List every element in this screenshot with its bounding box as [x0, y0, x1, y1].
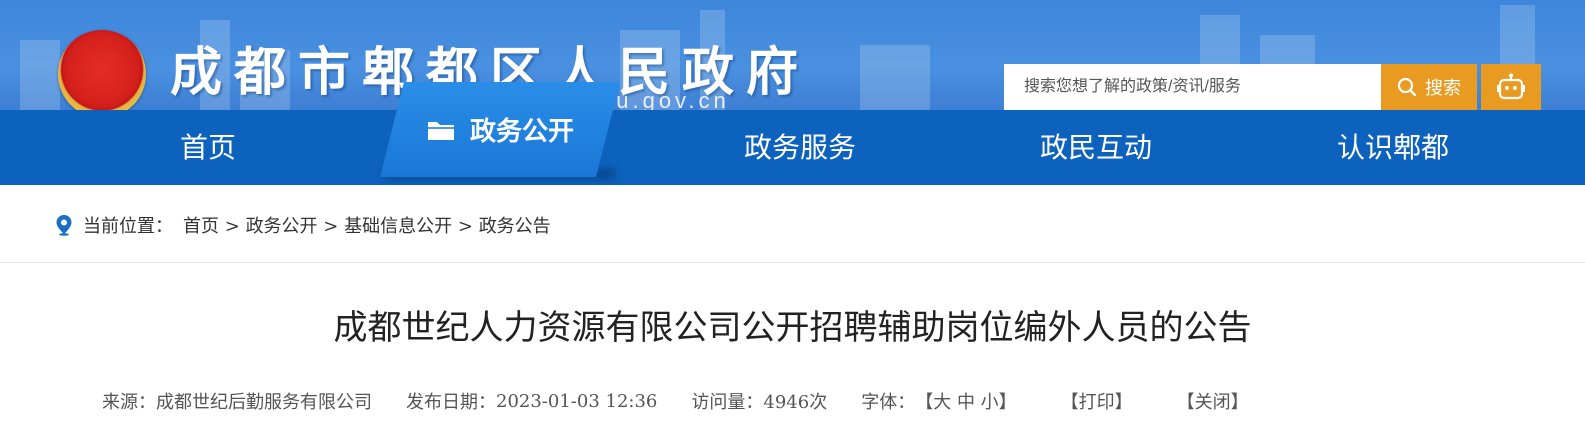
breadcrumb: 当前位置： 首页 > 政务公开 > 基础信息公开 > 政务公告	[55, 205, 551, 245]
folder-icon	[427, 121, 454, 140]
search-button-label: 搜索	[1425, 78, 1461, 98]
main-nav: 首页 政务服务 政民互动 认识郫都	[0, 110, 1585, 185]
assistant-robot-button[interactable]	[1481, 64, 1541, 110]
source-value: 成都世纪后勤服务有限公司	[156, 392, 372, 413]
font-small-button[interactable]: 小	[981, 388, 999, 414]
print-button[interactable]: 打印	[1079, 388, 1115, 414]
source-label: 来源：	[102, 392, 156, 413]
nav-item-interaction[interactable]: 政民互动	[996, 110, 1196, 185]
robot-icon	[1497, 73, 1525, 100]
breadcrumb-basic-info[interactable]: 基础信息公开	[344, 216, 452, 237]
nav-item-government-services[interactable]: 政务服务	[700, 110, 900, 185]
article-meta: 来源： 成都世纪后勤服务有限公司 发布日期： 2023-01-03 12:36 …	[102, 386, 1249, 416]
breadcrumb-government-affairs[interactable]: 政务公开	[246, 216, 318, 237]
article-title: 成都世纪人力资源有限公司公开招聘辅助岗位编外人员的公告	[333, 308, 1252, 348]
breadcrumb-separator: >	[323, 216, 339, 237]
nav-active-label: 政务公开	[469, 116, 574, 146]
breadcrumb-separator: >	[457, 216, 473, 237]
nav-item-home[interactable]: 首页	[108, 110, 308, 185]
section-divider	[0, 262, 1585, 263]
nav-item-government-affairs[interactable]: 政务公开	[380, 82, 620, 177]
date-label: 发布日期：	[406, 392, 496, 413]
font-medium-button[interactable]: 中	[957, 388, 975, 414]
location-pin-icon	[56, 215, 72, 236]
search-button[interactable]: 搜索	[1381, 64, 1477, 110]
breadcrumb-label: 当前位置：	[83, 216, 173, 237]
font-large-button[interactable]: 大	[933, 388, 951, 414]
nav-item-about-pidu[interactable]: 认识郫都	[1293, 110, 1493, 185]
search-icon	[1397, 77, 1417, 97]
views-value: 4946次	[763, 392, 828, 413]
breadcrumb-home[interactable]: 首页	[183, 216, 219, 237]
breadcrumb-separator: >	[224, 216, 240, 237]
close-button[interactable]: 关闭	[1195, 388, 1231, 414]
views-label: 访问量：	[691, 392, 764, 413]
font-size-label: 字体：	[861, 392, 916, 413]
breadcrumb-announcements[interactable]: 政务公告	[479, 216, 551, 237]
search-input[interactable]	[1004, 64, 1381, 110]
date-value: 2023-01-03 12:36	[496, 390, 658, 412]
domain-text: du.gov.cn	[600, 88, 730, 110]
national-emblem-logo	[58, 30, 146, 110]
